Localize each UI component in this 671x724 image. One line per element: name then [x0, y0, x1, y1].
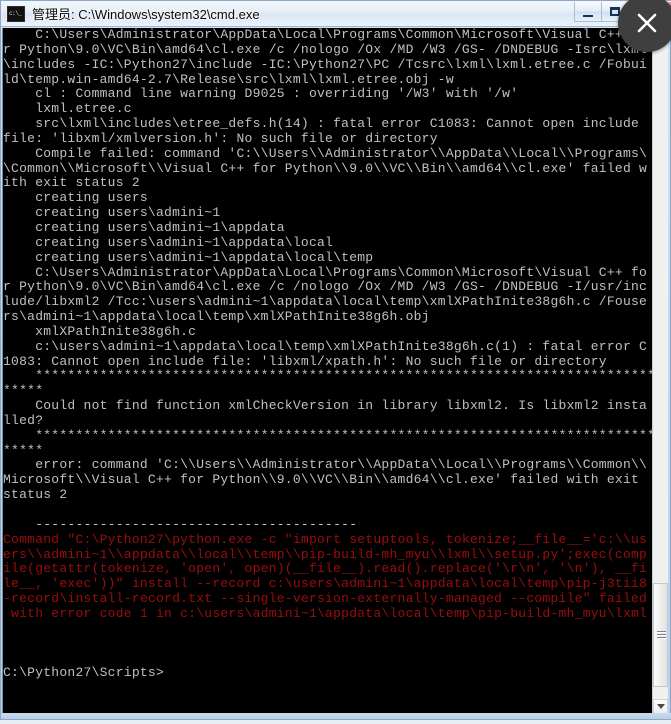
- console-line: src\lxml\includes\etree_defs.h(14) : fat…: [3, 116, 640, 132]
- console-line: Could not find function xmlCheckVersion …: [3, 398, 648, 414]
- console-text: C:\Users\Administrator\AppData\Local\Pro…: [3, 28, 654, 681]
- console-line: Compile failed: command 'C:\\Users\\Admi…: [3, 145, 648, 161]
- console-line: *****: [3, 383, 44, 399]
- console-line: *****: [3, 442, 44, 458]
- console-line: cl : Command line warning D9025 : overri…: [3, 86, 519, 102]
- minimize-icon: [583, 12, 593, 17]
- console-line: ith exit status 2: [3, 175, 140, 191]
- console-line: ile(getattr(tokenize, 'open', open)(__fi…: [3, 561, 648, 577]
- console-line: C:\Users\Administrator\AppData\Local\Pro…: [3, 28, 648, 42]
- window-bottom-border: [1, 713, 671, 719]
- console-line: C:\Users\Administrator\AppData\Local\Pro…: [3, 264, 648, 280]
- window-titlebar[interactable]: 管理员: C:\Windows\system32\cmd.exe ✕: [1, 1, 671, 27]
- console-line: r Python\9.0\VC\Bin\amd64\cl.exe /c /nol…: [3, 279, 648, 295]
- console-line: -record\install-record.txt --single-vers…: [3, 591, 648, 607]
- cmd-window: 管理员: C:\Windows\system32\cmd.exe ✕ C:\Us…: [0, 0, 671, 720]
- console-line: with error code 1 in c:\users\admini~1\a…: [3, 605, 648, 621]
- console-line: creating users\admini~1\appdata\local\te…: [3, 249, 374, 265]
- console-line: C:\Python27\Scripts>: [3, 665, 165, 681]
- console-line: creating users\admini~1: [3, 205, 221, 221]
- cmd-icon: [7, 5, 25, 22]
- console-line: Command "C:\Python27\python.exe -c "impo…: [3, 531, 648, 547]
- console-line: ld\temp.win-amd64-2.7\Release\src\lxml\l…: [3, 71, 454, 87]
- console-line: ****************************************…: [3, 368, 654, 384]
- console-line: lude/libxml2 /Tcc:\users\admini~1\appdat…: [3, 294, 648, 310]
- console-scrollbar[interactable]: [652, 28, 668, 714]
- console-line: \Common\\Microsoft\\Visual C++ for Pytho…: [3, 160, 648, 176]
- scroll-down-icon: [656, 704, 665, 709]
- console-line: ----------------------------------------: [3, 516, 358, 532]
- console-line: lxml.etree.c: [3, 101, 132, 117]
- scrollbar-grip-icon: [657, 631, 666, 639]
- console-line: r Python\9.0\VC\Bin\amd64\cl.exe /c /nol…: [3, 41, 648, 57]
- console-line: creating users\admini~1\appdata: [3, 219, 285, 235]
- scrollbar-thumb[interactable]: [653, 583, 668, 687]
- console-line: error: command 'C:\\Users\\Administrator…: [3, 457, 648, 473]
- console-line: 1083: Cannot open include file: 'libxml/…: [3, 353, 607, 369]
- minimize-button[interactable]: [574, 2, 602, 22]
- scroll-down-button[interactable]: [653, 699, 668, 714]
- console-line: \includes -IC:\Python27\include -IC:\Pyt…: [3, 56, 648, 72]
- console-line: rs\admini~1\appdata\local\temp\xmlXPathI…: [3, 309, 430, 325]
- console-line: ers\\admini~1\\appdata\\local\\temp\\pip…: [3, 546, 648, 562]
- console-line: Microsoft\\Visual C++ for Python\\9.0\\V…: [3, 472, 640, 488]
- window-title: 管理员: C:\Windows\system32\cmd.exe: [32, 7, 260, 22]
- console-line: file: 'libxml/xmlversion.h': No such fil…: [3, 130, 438, 146]
- console-line: creating users: [3, 190, 148, 206]
- console-line: ****************************************…: [3, 427, 654, 443]
- console-line: xmlXPathInite38g6h.c: [3, 323, 197, 339]
- console-output-area[interactable]: C:\Users\Administrator\AppData\Local\Pro…: [2, 28, 654, 714]
- console-line: le__, 'exec'))" install --record c:\user…: [3, 576, 648, 592]
- console-line: lled?: [3, 412, 44, 428]
- console-line: c:\users\admini~1\appdata\local\temp\xml…: [3, 338, 648, 354]
- console-line: status 2: [3, 487, 68, 503]
- console-line: creating users\admini~1\appdata\local: [3, 234, 334, 250]
